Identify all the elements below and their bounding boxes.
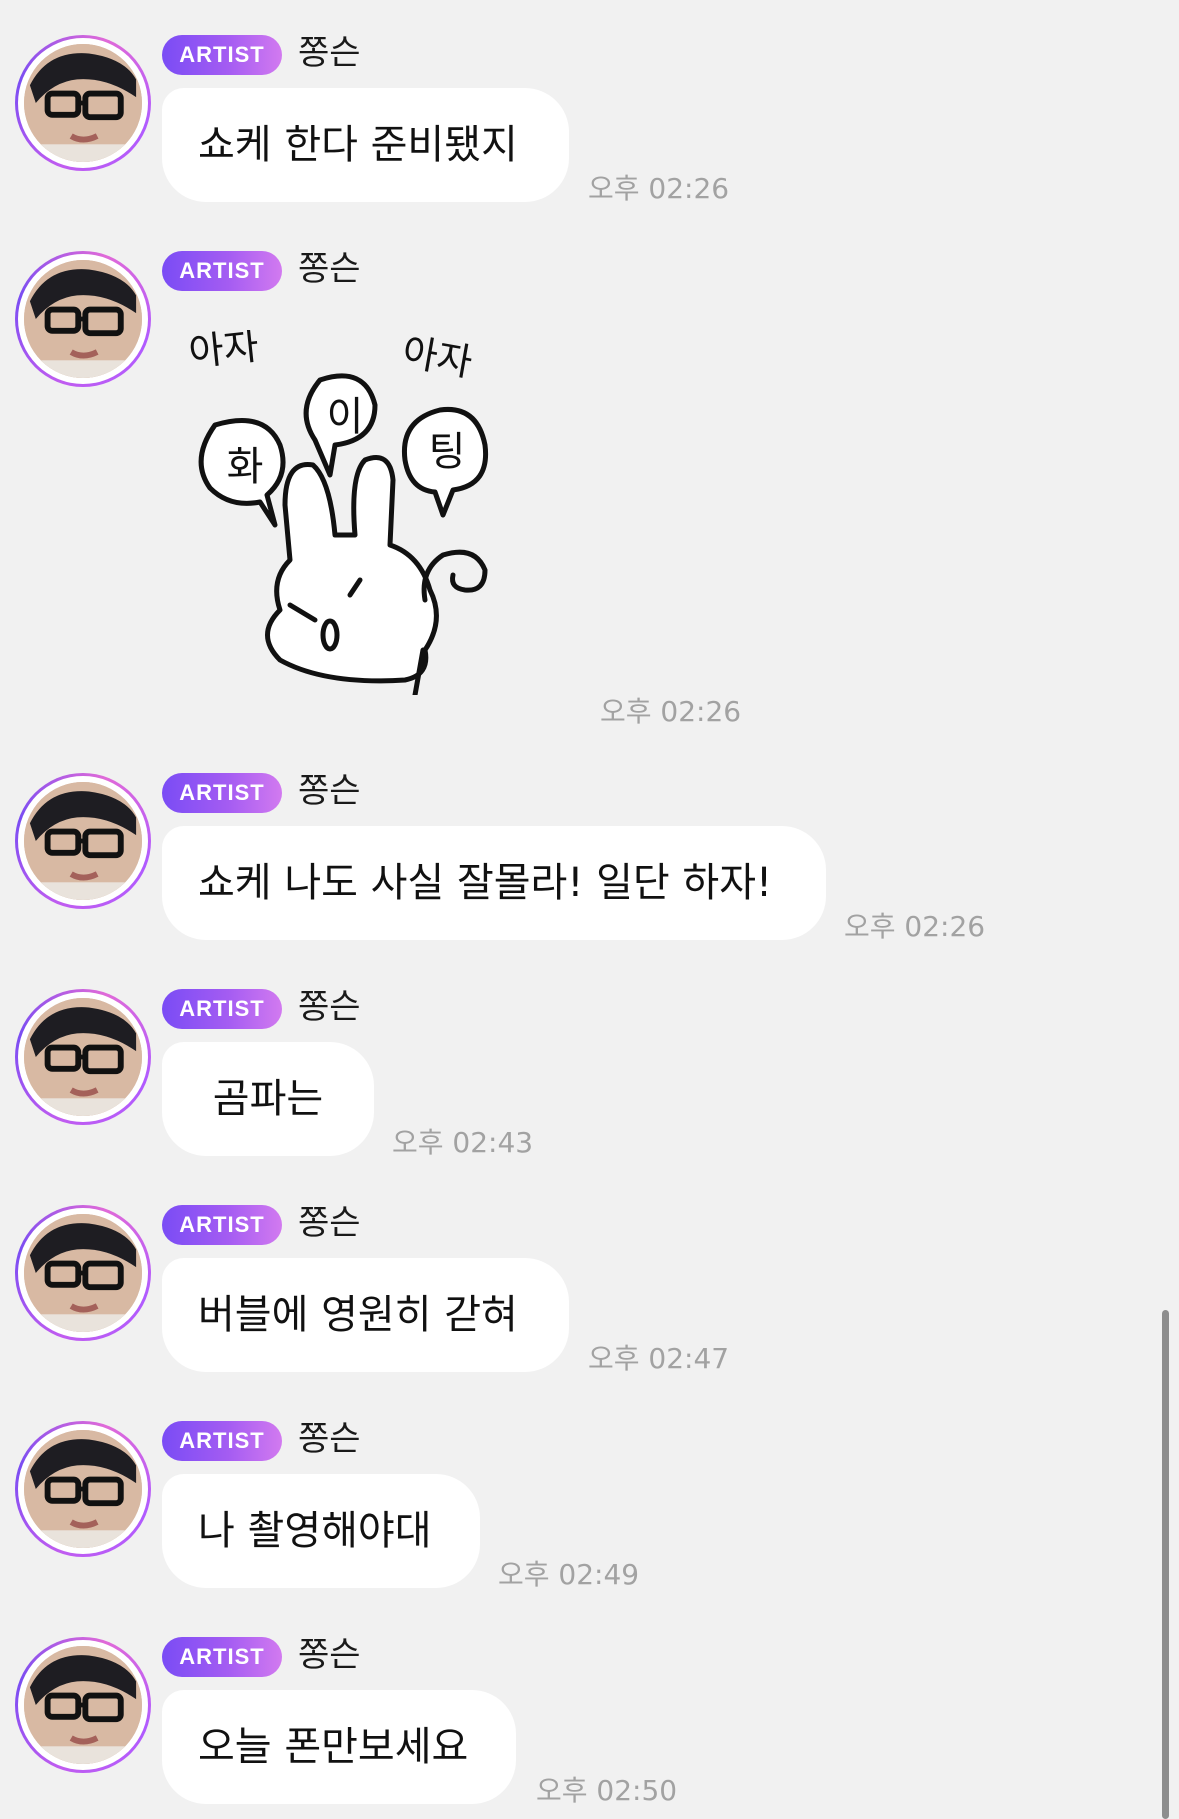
message-bubble[interactable]: 곰파는 [162, 1042, 374, 1156]
rabbit-fighting-sticker-icon[interactable]: 아자 아자 화 이 팅 [185, 330, 545, 695]
sticker-text: 아자 [187, 330, 261, 375]
artist-avatar-icon [24, 1214, 142, 1332]
artist-badge: ARTIST [162, 1205, 282, 1245]
avatar[interactable] [15, 989, 151, 1125]
message-time: 오후 02:49 [498, 1558, 640, 1591]
sticker-text: 아자 [399, 330, 476, 385]
avatar[interactable] [15, 1205, 151, 1341]
message-time: 오후 02:26 [600, 695, 742, 728]
artist-badge: ARTIST [162, 1421, 282, 1461]
sender-name: 쫑슨 [298, 987, 361, 1027]
scrollbar[interactable] [1162, 1310, 1169, 1819]
artist-avatar-icon [24, 44, 142, 162]
avatar[interactable] [15, 1637, 151, 1773]
artist-badge: ARTIST [162, 989, 282, 1029]
artist-avatar-icon [24, 998, 142, 1116]
message-bubble[interactable]: 쇼케 한다 준비됐지 [162, 88, 569, 202]
sender-name: 쫑슨 [298, 1635, 361, 1675]
message-time: 오후 02:26 [844, 910, 986, 943]
avatar[interactable] [15, 35, 151, 171]
artist-avatar-icon [24, 260, 142, 378]
message-bubble[interactable]: 버블에 영원히 갇혀 [162, 1258, 569, 1372]
avatar[interactable] [15, 1421, 151, 1557]
message-time: 오후 02:43 [392, 1126, 534, 1159]
artist-avatar-icon [24, 1430, 142, 1548]
artist-badge: ARTIST [162, 1637, 282, 1677]
sender-name: 쫑슨 [298, 33, 361, 73]
sender-name: 쫑슨 [298, 249, 361, 289]
artist-avatar-icon [24, 782, 142, 900]
avatar[interactable] [15, 773, 151, 909]
sticker-text: 화 [227, 444, 264, 490]
sender-name: 쫑슨 [298, 1203, 361, 1243]
sender-name: 쫑슨 [298, 771, 361, 811]
message-bubble[interactable]: 나 촬영해야대 [162, 1474, 480, 1588]
message-time: 오후 02:50 [536, 1774, 678, 1807]
artist-badge: ARTIST [162, 773, 282, 813]
message-time: 오후 02:47 [588, 1342, 730, 1375]
sticker-text: 팅 [429, 429, 466, 475]
message-bubble[interactable]: 오늘 폰만보세요 [162, 1690, 516, 1804]
avatar[interactable] [15, 251, 151, 387]
message-time: 오후 02:26 [588, 172, 730, 205]
artist-avatar-icon [24, 1646, 142, 1764]
sticker-text: 이 [327, 394, 364, 440]
artist-badge: ARTIST [162, 35, 282, 75]
artist-badge: ARTIST [162, 251, 282, 291]
message-bubble[interactable]: 쇼케 나도 사실 잘몰라! 일단 하자! [162, 826, 826, 940]
chat-list[interactable]: ARTIST 쫑슨 쇼케 한다 준비됐지 오후 02:26 ARTIST 쫑슨 … [0, 0, 1179, 1819]
sender-name: 쫑슨 [298, 1419, 361, 1459]
